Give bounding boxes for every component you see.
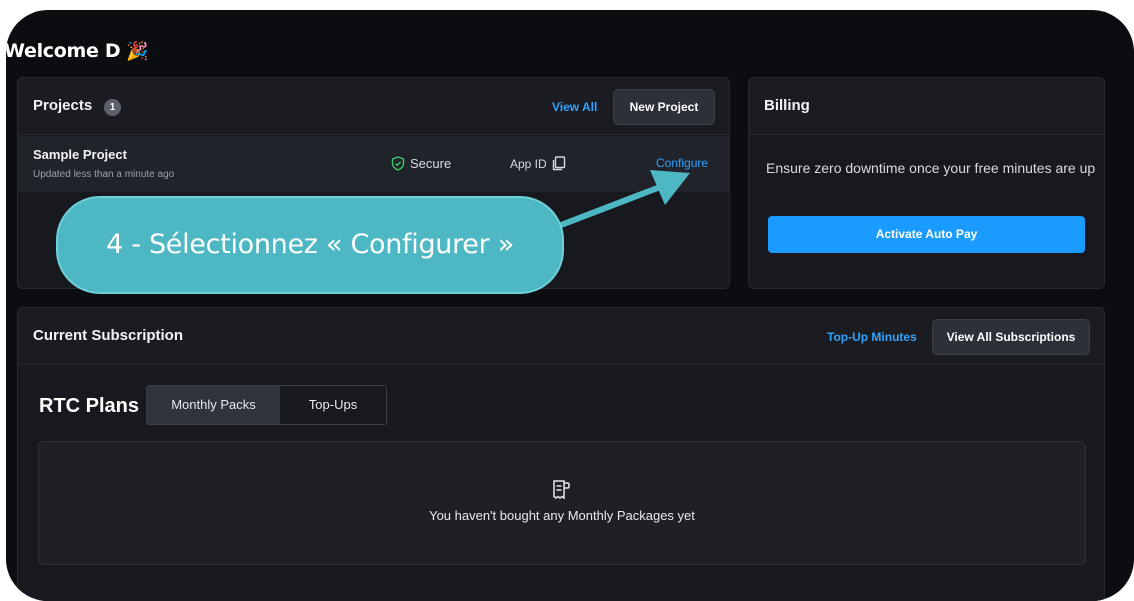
project-row[interactable]: Sample Project Updated less than a minut… [18,136,729,192]
receipt-icon [553,480,570,500]
annotation-callout: 4 - Sélectionnez « Configurer » [56,196,564,294]
empty-state-message: You haven't bought any Monthly Packages … [429,508,695,523]
top-up-minutes-link[interactable]: Top-Up Minutes [827,330,917,344]
welcome-text: Welcome D [6,40,121,62]
subscription-card: Current Subscription Top-Up Minutes View… [17,307,1105,601]
billing-header: Billing [749,78,1104,135]
projects-count-badge: 1 [104,99,121,116]
billing-message: Ensure zero downtime once your free minu… [766,160,1096,176]
subscription-header: Current Subscription Top-Up Minutes View… [18,308,1104,365]
project-updated: Updated less than a minute ago [33,169,175,180]
configure-link[interactable]: Configure [656,156,708,170]
app-id: App ID [510,156,566,171]
plans-tab-group: Monthly Packs Top-Ups [146,385,387,425]
activate-auto-pay-button[interactable]: Activate Auto Pay [768,216,1085,253]
page-title: Welcome D 🎉 [6,40,149,62]
billing-card: Billing Ensure zero downtime once your f… [748,77,1105,289]
project-status: Secure [391,156,451,171]
view-all-subscriptions-button[interactable]: View All Subscriptions [932,319,1090,355]
tab-monthly-packs[interactable]: Monthly Packs [147,386,280,424]
rtc-plans-title: RTC Plans [39,395,140,417]
app-id-label: App ID [510,157,547,171]
billing-title: Billing [764,97,810,114]
projects-title: Projects [33,97,93,114]
status-label: Secure [410,156,452,171]
shield-check-icon [391,156,405,171]
view-all-projects-link[interactable]: View All [552,100,597,114]
projects-header: Projects 1 View All New Project [18,78,729,135]
project-name[interactable]: Sample Project [33,147,127,162]
copy-icon[interactable] [552,156,566,171]
empty-state: You haven't bought any Monthly Packages … [38,441,1086,565]
new-project-button[interactable]: New Project [613,89,715,125]
tab-top-ups[interactable]: Top-Ups [280,386,386,424]
party-emoji-icon: 🎉 [126,41,149,62]
subscription-title: Current Subscription [33,327,184,344]
app-window: Welcome D 🎉 Projects 1 View All New Proje… [6,10,1134,601]
